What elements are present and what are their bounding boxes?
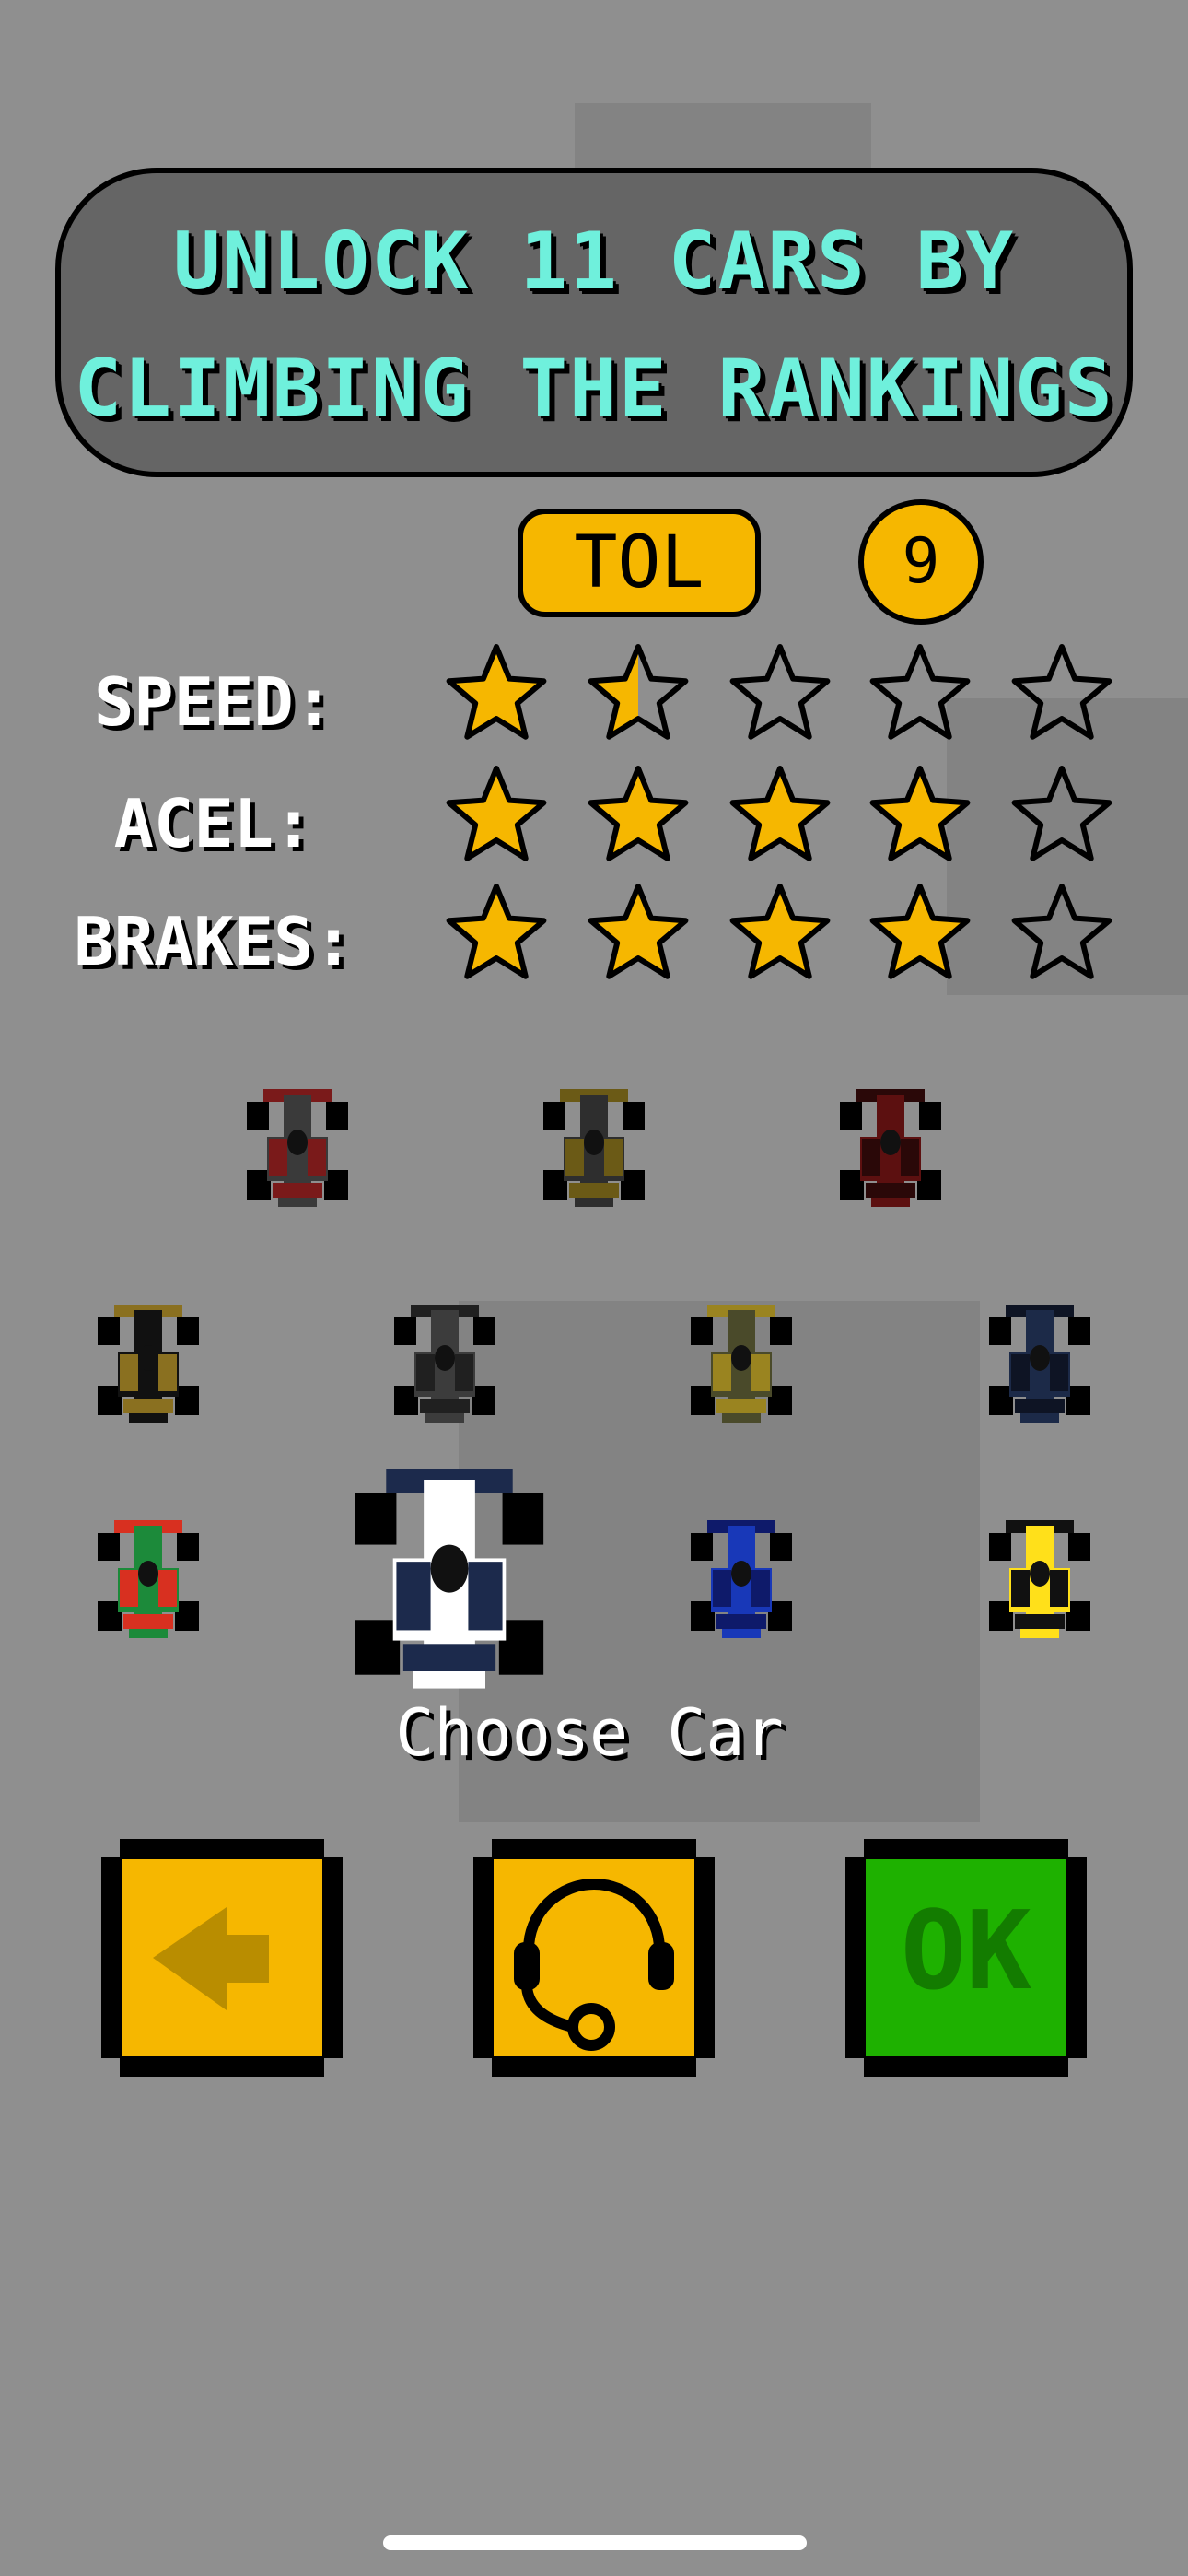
star-icon-filled xyxy=(446,766,547,861)
car-yellow-black[interactable] xyxy=(989,1513,1090,1642)
star-icon-filled xyxy=(588,766,689,861)
car-white-navy-selected[interactable] xyxy=(348,1456,551,1695)
star-icon-half xyxy=(588,644,689,740)
ok-label: OK xyxy=(901,1887,1031,2014)
back-button[interactable] xyxy=(101,1839,343,2077)
star-icon-empty xyxy=(729,644,831,740)
star-icon-empty xyxy=(869,644,971,740)
star-icon-empty xyxy=(1011,884,1112,979)
star-icon-filled xyxy=(729,766,831,861)
car-black-gold[interactable] xyxy=(543,1082,645,1211)
car-navy[interactable] xyxy=(989,1297,1090,1426)
stat-label-acel: ACEL: xyxy=(113,785,314,862)
stat-label-speed: SPEED: xyxy=(93,663,334,741)
banner-line-2: CLIMBING THE RANKINGS xyxy=(74,343,1114,435)
car-maroon[interactable] xyxy=(840,1082,941,1211)
car-blue[interactable] xyxy=(691,1513,792,1642)
car-olive-gold[interactable] xyxy=(691,1297,792,1426)
home-indicator[interactable] xyxy=(383,2535,807,2550)
star-icon-filled xyxy=(446,644,547,740)
star-icon-filled xyxy=(729,884,831,979)
star-icon-filled xyxy=(446,884,547,979)
star-icon-empty xyxy=(1011,766,1112,861)
stat-label-brakes: BRAKES: xyxy=(74,903,354,980)
choose-car-label: Choose Car xyxy=(395,1695,784,1771)
car-green[interactable] xyxy=(98,1513,199,1642)
car-dark-red-black[interactable] xyxy=(247,1082,348,1211)
background-panel-top xyxy=(575,103,871,177)
star-icon-filled xyxy=(588,884,689,979)
level-badge: 9 xyxy=(858,499,984,625)
car-black-gold-stripe[interactable] xyxy=(98,1297,199,1426)
star-icon-empty xyxy=(1011,644,1112,740)
support-button[interactable] xyxy=(473,1839,715,2077)
ok-button[interactable]: OK xyxy=(845,1839,1087,2077)
star-icon-filled xyxy=(869,766,971,861)
star-icon-filled xyxy=(869,884,971,979)
unlock-banner: UNLOCK 11 CARS BY CLIMBING THE RANKINGS xyxy=(55,168,1133,477)
car-dark-grey[interactable] xyxy=(394,1297,495,1426)
banner-line-1: UNLOCK 11 CARS BY xyxy=(172,216,1016,308)
team-badge: TOL xyxy=(518,509,761,617)
